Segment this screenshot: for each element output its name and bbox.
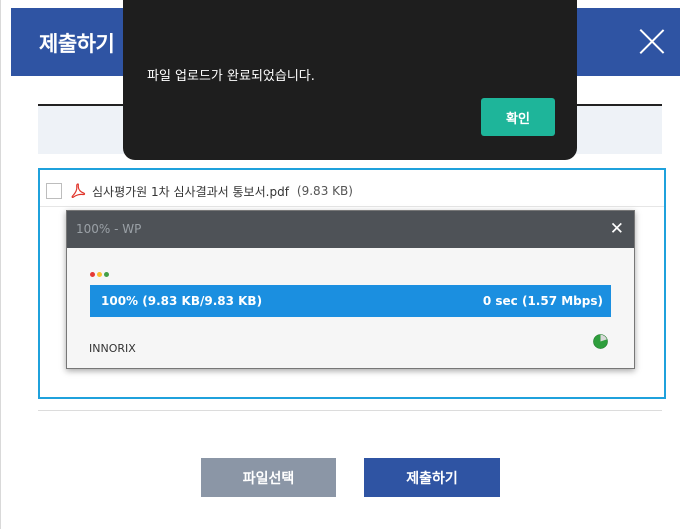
brand-label: INNORIX — [89, 342, 136, 355]
page: 제출하기 심사평가원 1차 심사결과서 통보서.pdf (9.83 KB) 10… — [0, 0, 680, 529]
pdf-icon — [71, 183, 86, 198]
confirm-button[interactable]: 확인 — [481, 98, 555, 136]
upload-window-title: 100% - WP — [76, 222, 142, 236]
upload-complete-alert: 파일 업로드가 완료되었습니다. 확인 — [123, 0, 577, 160]
select-file-button[interactable]: 파일선택 — [201, 458, 336, 497]
bottom-divider — [38, 410, 662, 411]
file-checkbox[interactable] — [46, 183, 62, 199]
red-dot-icon — [90, 272, 95, 277]
modal-title: 제출하기 — [39, 32, 115, 56]
status-dots — [90, 272, 109, 277]
submit-button[interactable]: 제출하기 — [364, 458, 500, 497]
upload-progress-bar: 100% (9.83 KB/9.83 KB) 0 sec (1.57 Mbps) — [90, 285, 611, 317]
pie-complete-icon — [593, 334, 608, 349]
upload-progress-window: 100% - WP ✕ 100% (9.83 KB/9.83 KB) 0 sec… — [66, 210, 635, 369]
green-dot-icon — [104, 272, 109, 277]
file-size: (9.83 KB) — [296, 184, 353, 198]
upload-window-header: 100% - WP ✕ — [67, 211, 634, 248]
yellow-dot-icon — [97, 272, 102, 277]
file-name[interactable]: 심사평가원 1차 심사결과서 통보서.pdf — [92, 183, 289, 200]
close-icon[interactable] — [639, 28, 665, 54]
file-row: 심사평가원 1차 심사결과서 통보서.pdf (9.83 KB) — [46, 180, 353, 202]
progress-status: 100% (9.83 KB/9.83 KB) — [101, 294, 263, 308]
progress-speed: 0 sec (1.57 Mbps) — [482, 294, 603, 308]
alert-message: 파일 업로드가 완료되었습니다. — [147, 69, 315, 84]
upload-close-icon[interactable]: ✕ — [610, 220, 624, 238]
row-divider — [40, 206, 664, 207]
